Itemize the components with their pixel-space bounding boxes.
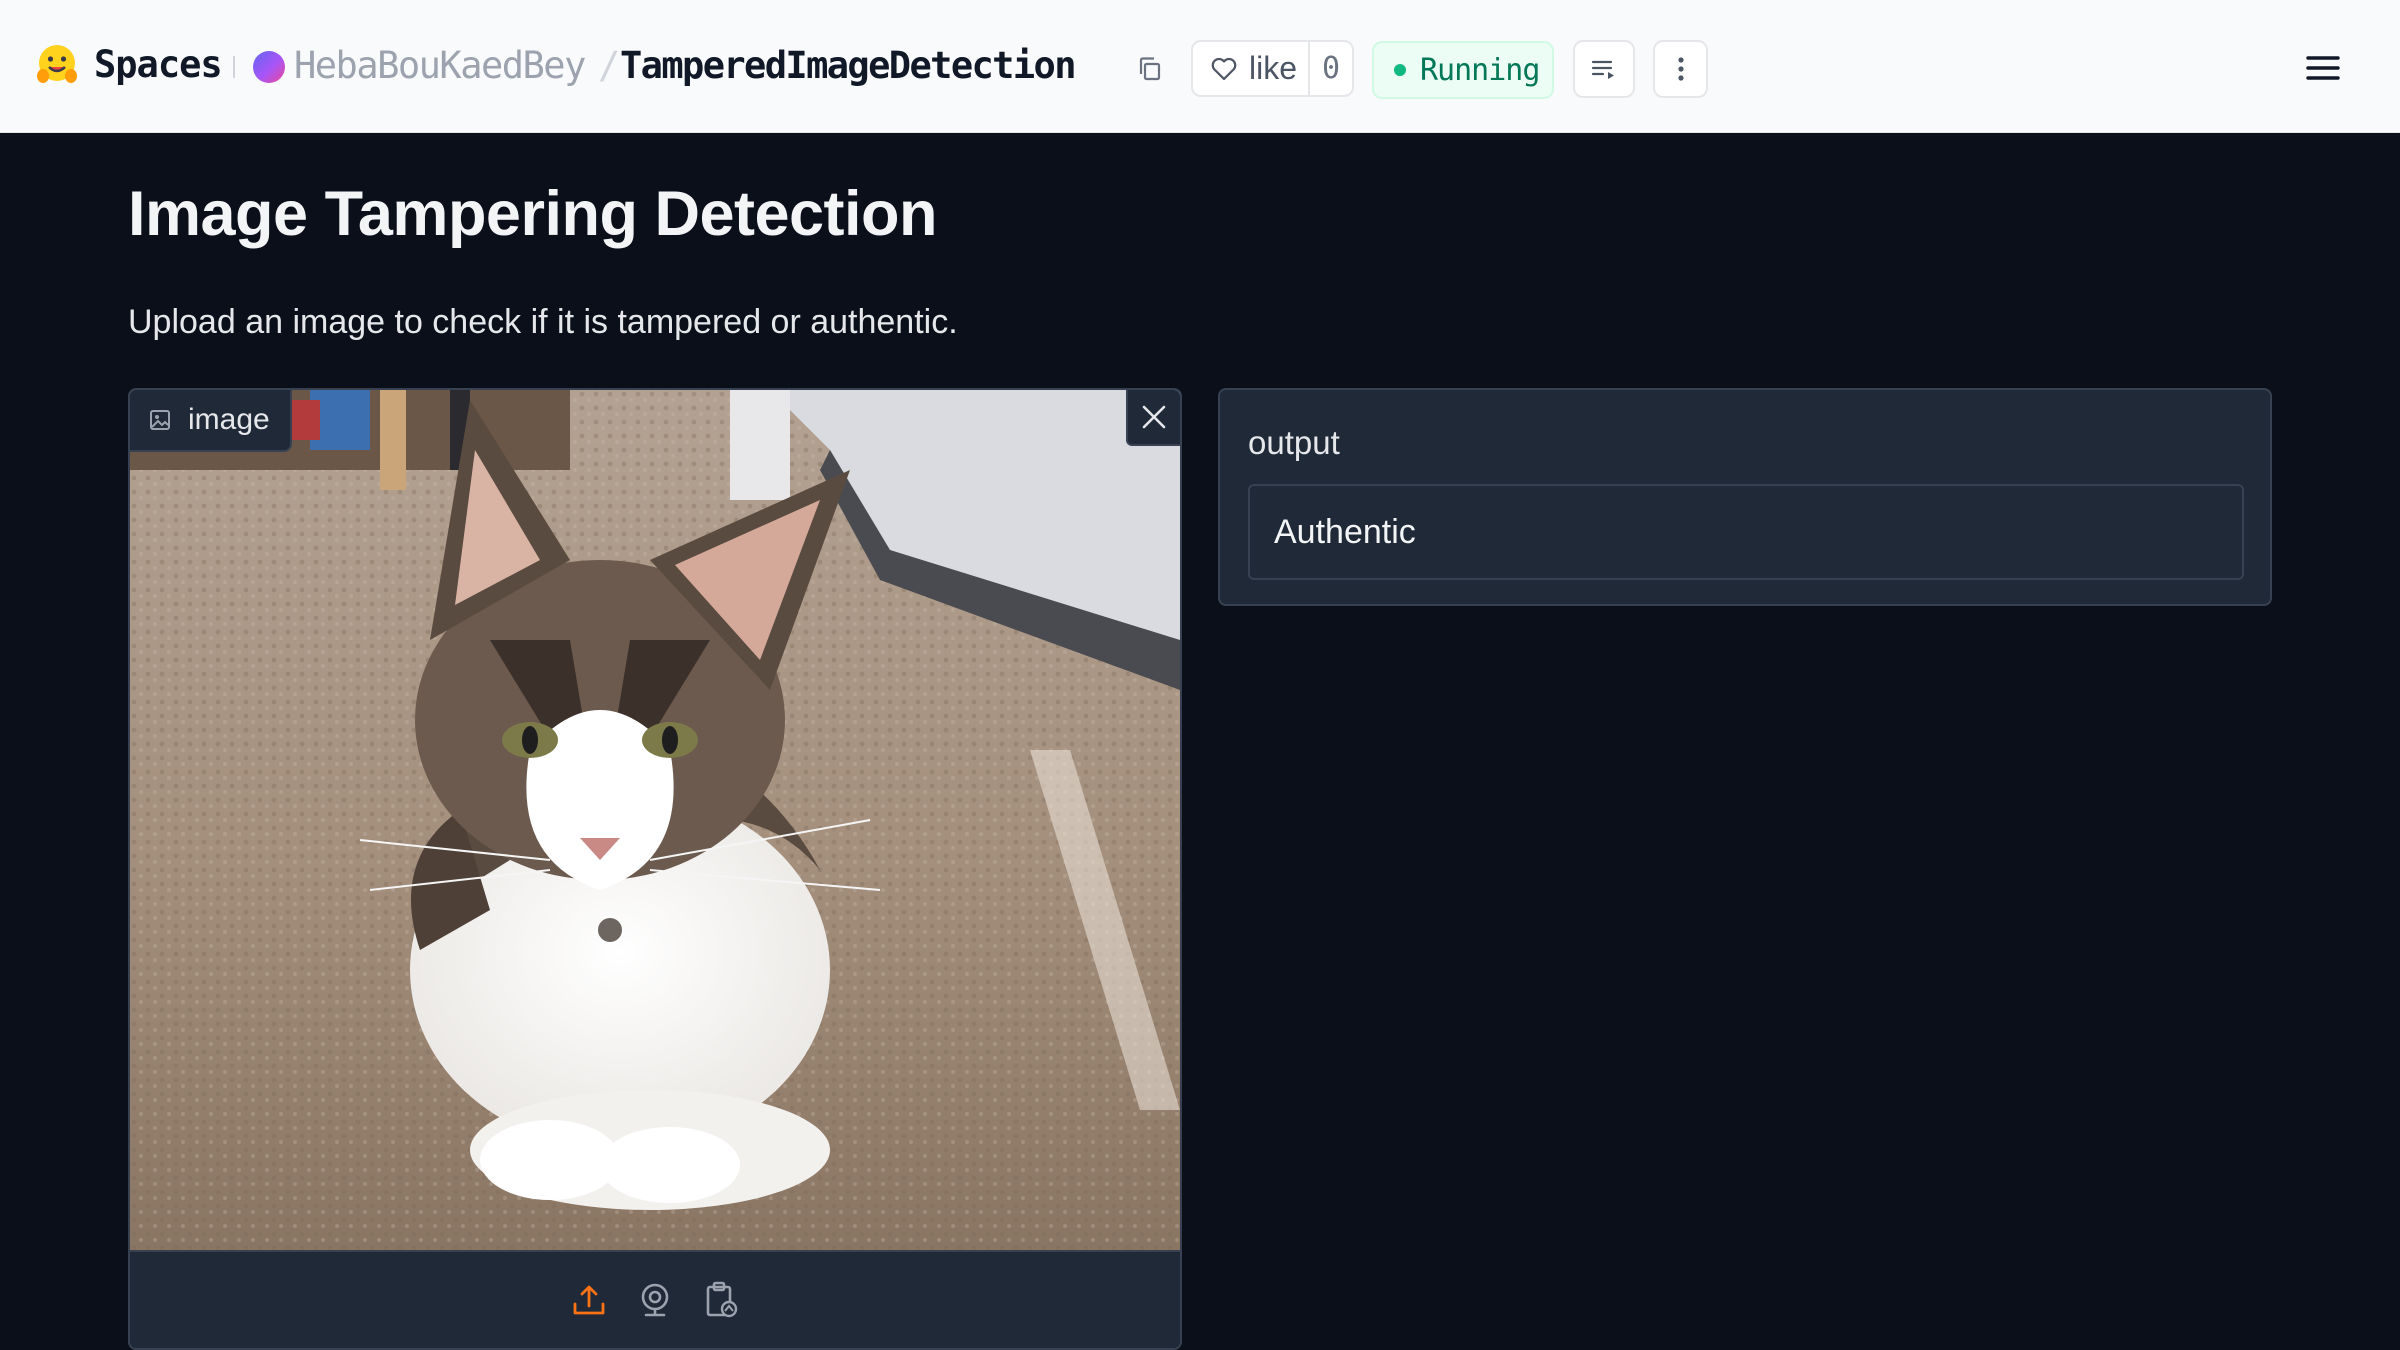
paste-clipboard-button[interactable]: [701, 1280, 741, 1320]
app-title: Image Tampering Detection: [128, 179, 938, 249]
image-icon: [150, 410, 170, 430]
upload-icon: [573, 1285, 605, 1315]
copy-icon[interactable]: [1136, 55, 1164, 83]
status-label: Running: [1420, 52, 1540, 88]
logs-button[interactable]: [1573, 40, 1635, 98]
output-textbox[interactable]: Authentic: [1248, 484, 2244, 580]
image-source-toolbar: [130, 1250, 1180, 1348]
divider: [233, 56, 235, 78]
webcam-icon: [641, 1283, 669, 1317]
clipboard-icon: [706, 1281, 738, 1318]
like-button[interactable]: like: [1193, 42, 1310, 95]
like-count[interactable]: 0: [1310, 42, 1352, 95]
like-label: like: [1249, 50, 1298, 86]
image-input-label: image: [130, 390, 292, 452]
logs-icon: [1591, 60, 1614, 79]
top-navigation-bar: Spaces HebaBouKaedBey / TamperedImageDet…: [0, 0, 2400, 133]
image-label-text: image: [188, 403, 270, 436]
close-icon: [1142, 405, 1166, 429]
status-badge[interactable]: Running: [1372, 41, 1554, 99]
webcam-button[interactable]: [635, 1280, 675, 1320]
owner-link[interactable]: HebaBouKaedBey: [294, 44, 586, 87]
more-options-button[interactable]: [1653, 40, 1708, 98]
heart-icon: [1211, 57, 1237, 80]
spaces-link[interactable]: Spaces: [94, 43, 223, 86]
output-value: Authentic: [1274, 512, 1416, 551]
status-dot: [1394, 64, 1406, 76]
owner-avatar[interactable]: [253, 51, 285, 83]
app-description: Upload an image to check if it is tamper…: [128, 303, 958, 341]
output-label: output: [1248, 424, 1340, 461]
like-group: like 0: [1191, 40, 1354, 97]
clear-image-button[interactable]: [1126, 390, 1180, 446]
vertical-dots-icon: [1677, 57, 1684, 81]
hamburger-menu-icon[interactable]: [2306, 52, 2340, 84]
upload-button[interactable]: [569, 1280, 609, 1320]
hugging-face-logo[interactable]: [34, 42, 80, 88]
space-name-link[interactable]: TamperedImageDetection: [620, 44, 1076, 87]
path-separator: /: [598, 44, 621, 87]
output-panel: output Authentic: [1218, 388, 2272, 606]
uploaded-cat-photo: [130, 390, 1180, 1250]
image-input-panel[interactable]: image: [128, 388, 1182, 1350]
